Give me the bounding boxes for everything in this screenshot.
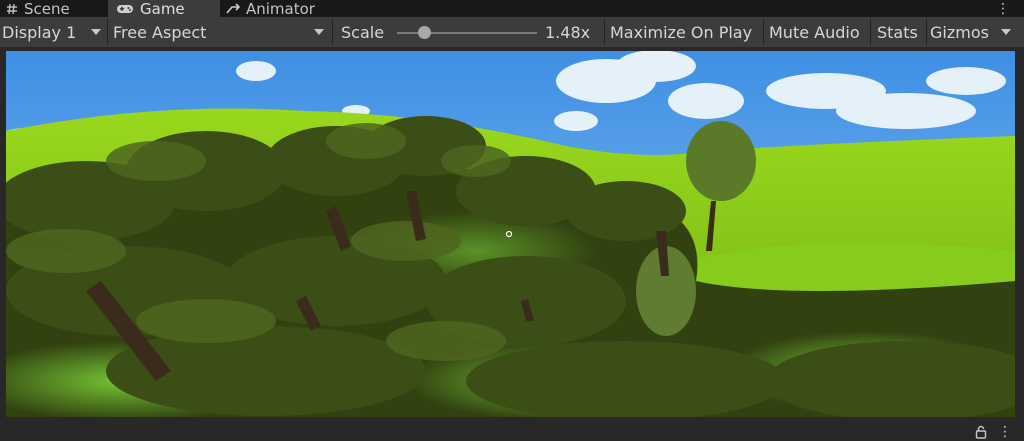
lock-icon[interactable] — [975, 423, 987, 441]
scale-value: 1.48x — [545, 22, 591, 42]
gamepad-icon — [116, 3, 134, 15]
stats-toggle[interactable]: Stats — [877, 17, 925, 47]
tab-game-label: Game — [140, 0, 185, 18]
toolbar-divider — [332, 19, 333, 45]
scale-label: Scale — [341, 22, 385, 42]
rendered-scene — [6, 51, 1015, 417]
tab-animator[interactable]: Animator — [218, 0, 346, 18]
game-toolbar: Display 1 Free Aspect Scale 1.48x Maximi… — [0, 17, 1024, 47]
toolbar-divider — [763, 19, 764, 45]
game-viewport[interactable] — [6, 51, 1015, 417]
kebab-menu-icon[interactable]: ⋮ — [998, 423, 1012, 441]
hash-icon — [6, 3, 18, 15]
gizmos-toggle[interactable]: Gizmos — [930, 17, 992, 47]
mute-audio-toggle[interactable]: Mute Audio — [769, 17, 869, 47]
game-window: Scene Game Animator ⋮ Display 1 Free Asp… — [0, 0, 1024, 441]
tab-game[interactable]: Game — [108, 0, 220, 18]
tab-strip: Scene Game Animator ⋮ — [0, 0, 1024, 18]
gizmos-chevron-down-icon[interactable] — [1001, 29, 1011, 35]
animator-icon — [226, 2, 240, 15]
toolbar-divider — [107, 19, 108, 45]
maximize-on-play-toggle[interactable]: Maximize On Play — [610, 17, 762, 47]
tab-scene-label: Scene — [24, 0, 70, 18]
display-dropdown-label: Display 1 — [2, 22, 77, 42]
tab-animator-label: Animator — [246, 0, 315, 18]
display-chevron-down-icon — [91, 29, 101, 35]
aspect-chevron-down-icon — [314, 29, 324, 35]
toolbar-divider — [870, 19, 871, 45]
status-bar — [0, 421, 1024, 441]
toolbar-divider — [604, 19, 605, 45]
aspect-dropdown-label: Free Aspect — [113, 22, 207, 42]
tab-scene[interactable]: Scene — [0, 0, 110, 18]
aspect-dropdown[interactable]: Free Aspect — [113, 17, 331, 47]
toolbar-divider — [926, 19, 927, 45]
tab-options-kebab-icon[interactable]: ⋮ — [996, 0, 1010, 17]
scale-slider-handle[interactable] — [417, 26, 431, 39]
